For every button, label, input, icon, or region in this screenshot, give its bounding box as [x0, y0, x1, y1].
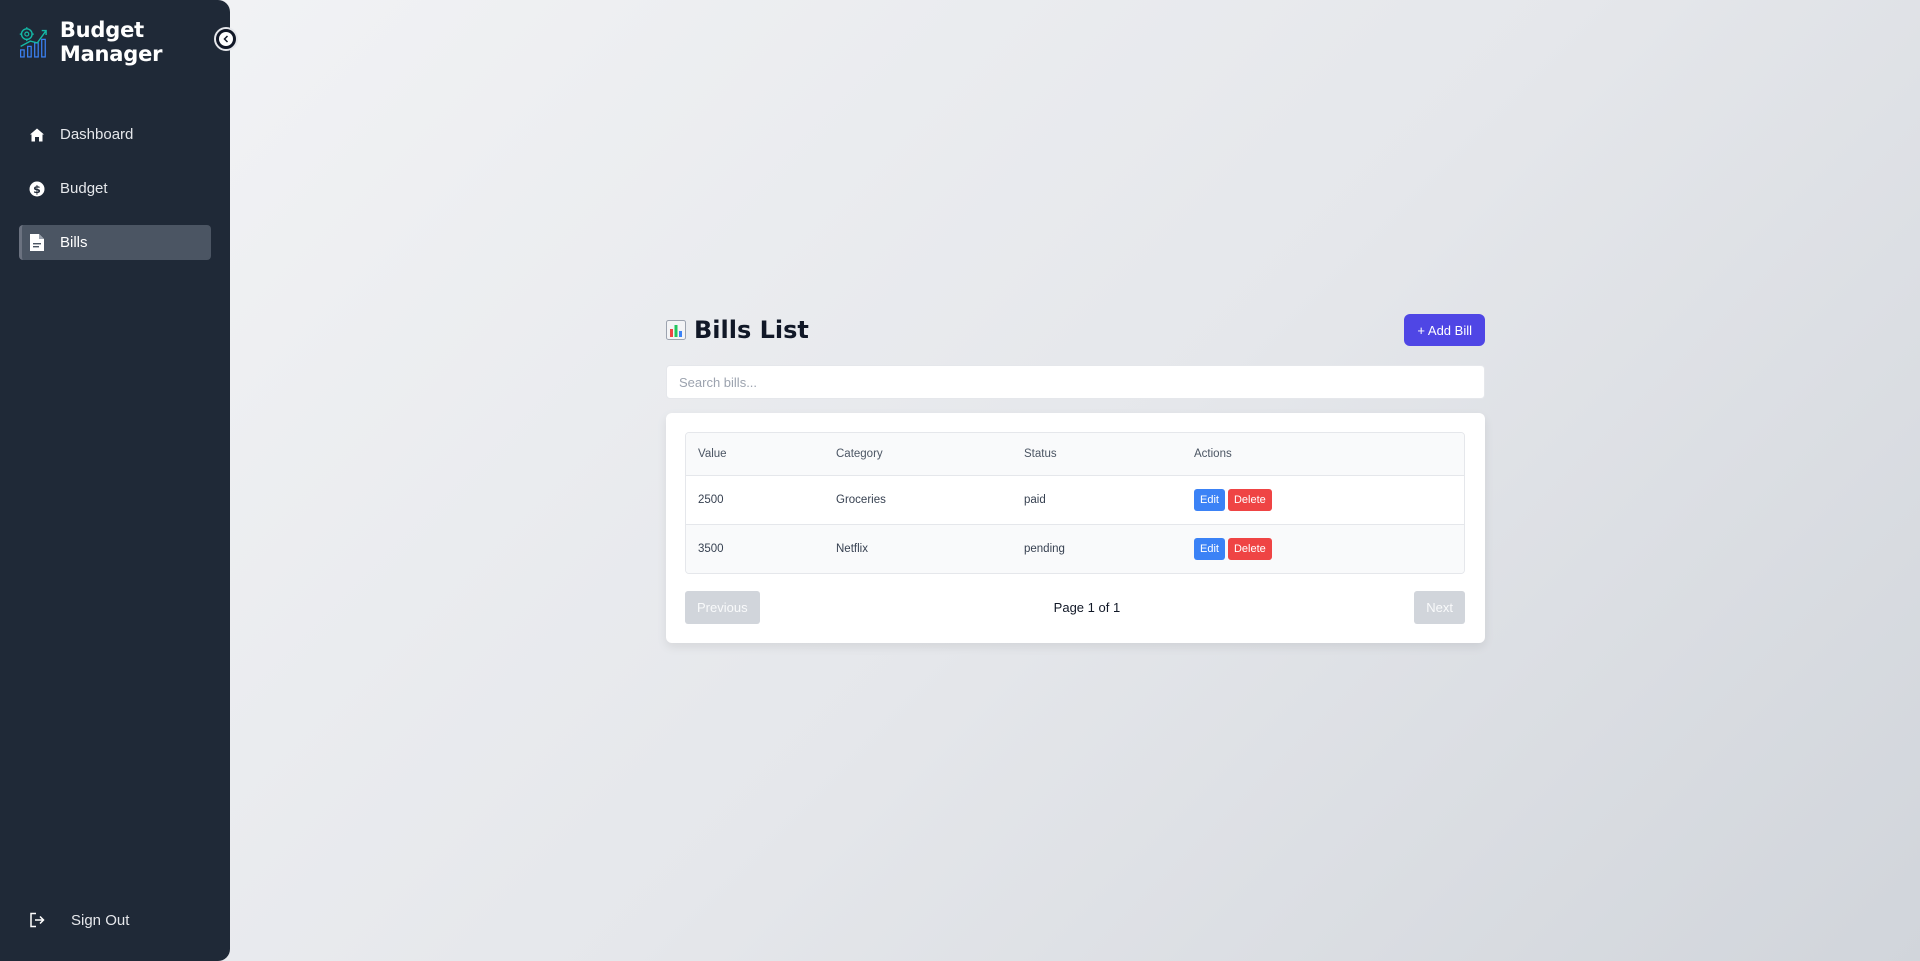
- sidebar-item-budget[interactable]: $ Budget: [19, 171, 211, 206]
- home-icon: [28, 126, 46, 144]
- bills-card: Value Category Status Actions 2500 Groce…: [666, 413, 1485, 643]
- cell-actions: Edit Delete: [1182, 475, 1464, 524]
- column-header-status: Status: [1024, 447, 1057, 460]
- cell-value: 3500: [698, 542, 724, 555]
- cell-category: Netflix: [836, 542, 868, 555]
- bills-table-wrapper: Value Category Status Actions 2500 Groce…: [685, 432, 1465, 574]
- cell-status: paid: [1024, 493, 1046, 506]
- edit-button[interactable]: Edit: [1194, 488, 1225, 511]
- dollar-circle-icon: $: [28, 180, 46, 198]
- page-title-text: Bills List: [694, 316, 809, 344]
- sidebar-item-bills[interactable]: Bills: [19, 225, 211, 260]
- bar-chart-emoji-icon: [666, 320, 686, 340]
- svg-text:$: $: [33, 183, 41, 196]
- cell-category: Groceries: [836, 493, 886, 506]
- sidebar-nav: Dashboard $ Budget Bills: [19, 117, 211, 279]
- sidebar-item-label: Dashboard: [60, 126, 134, 143]
- table-row: 2500 Groceries paid Edit Delete: [686, 475, 1464, 524]
- app-title: Budget Manager: [59, 18, 163, 66]
- cell-actions: Edit Delete: [1182, 524, 1464, 573]
- page-header: Bills List + Add Bill: [666, 314, 1485, 346]
- page-title: Bills List: [666, 316, 809, 344]
- delete-button[interactable]: Delete: [1227, 488, 1272, 511]
- bills-table: Value Category Status Actions 2500 Groce…: [686, 433, 1464, 573]
- sidebar-item-label: Bills: [60, 234, 88, 251]
- sidebar-item-label: Budget: [60, 180, 108, 197]
- cell-value: 2500: [698, 493, 724, 506]
- next-page-button[interactable]: Next: [1414, 591, 1465, 624]
- sidebar-item-dashboard[interactable]: Dashboard: [19, 117, 211, 152]
- add-bill-button[interactable]: + Add Bill: [1404, 314, 1485, 346]
- pagination: Previous Page 1 of 1 Next: [685, 591, 1465, 624]
- sidebar: Budget Manager Dashboard $ Budget Bills: [0, 0, 238, 961]
- column-header-category: Category: [836, 447, 883, 460]
- sign-out-button[interactable]: Sign Out: [28, 911, 129, 929]
- budget-logo-icon: [19, 27, 47, 58]
- file-invoice-icon: [28, 234, 46, 252]
- chevron-left-icon: [219, 32, 233, 46]
- delete-button[interactable]: Delete: [1227, 537, 1272, 560]
- collapse-sidebar-button[interactable]: [214, 27, 238, 51]
- sign-out-icon: [28, 911, 46, 929]
- search-input[interactable]: [666, 365, 1485, 399]
- previous-page-button[interactable]: Previous: [685, 591, 760, 624]
- table-row: 3500 Netflix pending Edit Delete: [686, 524, 1464, 573]
- edit-button[interactable]: Edit: [1194, 537, 1225, 560]
- page-indicator: Page 1 of 1: [1053, 600, 1121, 615]
- table-header-row: Value Category Status Actions: [686, 433, 1464, 475]
- column-header-actions: Actions: [1194, 447, 1232, 460]
- brand: Budget Manager: [18, 18, 230, 66]
- cell-status: pending: [1024, 542, 1065, 555]
- column-header-value: Value: [698, 447, 727, 460]
- sign-out-label: Sign Out: [71, 911, 130, 929]
